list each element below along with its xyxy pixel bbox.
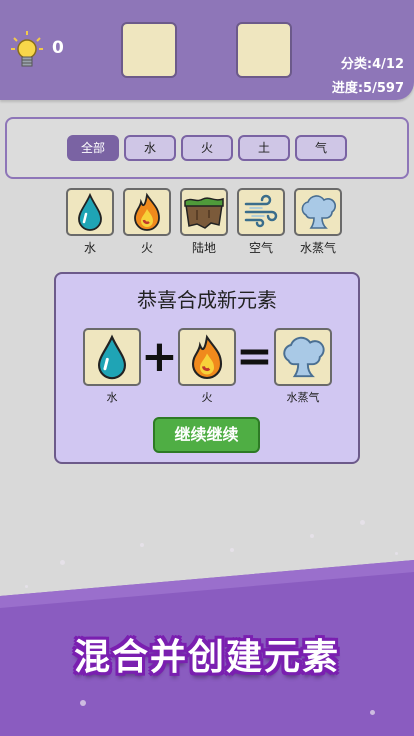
promo-banner: 混合并创建元素 (73, 637, 340, 678)
dialog-input-water (83, 328, 141, 386)
progress-stat: 进度:5/597 (331, 81, 404, 96)
dialog-title: 恭喜合成新元素 (137, 288, 277, 312)
hint-count: 0 (52, 38, 64, 58)
dialog-input2-label: 火 (201, 391, 213, 404)
element-tile-fire[interactable] (123, 188, 171, 236)
element-tile-land[interactable] (180, 188, 228, 236)
dialog-input1-label: 水 (106, 391, 118, 404)
element-label-water: 水 (83, 241, 96, 255)
wind-icon (244, 194, 278, 228)
dialog-result-steam (274, 328, 332, 386)
sparkle-dot (140, 543, 144, 547)
dialog-input-fire (178, 328, 236, 386)
sparkle-dot (230, 548, 234, 552)
element-tile-water[interactable] (66, 188, 114, 236)
element-tile-steam[interactable] (294, 188, 342, 236)
sparkle-dot (80, 700, 86, 706)
filter-fire-button[interactable]: 火 (181, 135, 233, 161)
sparkle-dot (310, 534, 314, 538)
filter-all-button[interactable]: 全部 (67, 135, 119, 161)
water-drop-icon (97, 334, 127, 380)
filter-air-button[interactable]: 气 (295, 135, 347, 161)
fire-icon (134, 192, 160, 231)
sparkle-dot (395, 552, 398, 555)
water-drop-icon (78, 192, 102, 231)
sparkle-dot (60, 560, 65, 565)
fire-icon (191, 334, 223, 379)
combine-slot-1[interactable] (121, 22, 177, 78)
sparkle-dot (25, 585, 28, 588)
land-icon (184, 197, 224, 229)
combine-slot-2[interactable] (236, 22, 292, 78)
continue-button[interactable]: 继续继续 (153, 417, 260, 453)
element-label-air: 空气 (248, 241, 273, 255)
element-tile-air[interactable] (237, 188, 285, 236)
steam-cloud-icon (283, 336, 325, 378)
element-label-land: 陆地 (191, 241, 216, 255)
filter-water-button[interactable]: 水 (124, 135, 176, 161)
dialog-result-label: 水蒸气 (286, 391, 320, 404)
category-stat: 分类:4/12 (340, 57, 404, 72)
equals-sign: = (236, 331, 273, 382)
element-label-steam: 水蒸气 (299, 241, 336, 255)
filter-earth-button[interactable]: 土 (238, 135, 290, 161)
plus-sign: + (141, 331, 178, 382)
steam-cloud-icon (301, 195, 336, 229)
lightbulb-hint-icon[interactable] (10, 30, 44, 70)
element-label-fire: 火 (140, 241, 153, 255)
sparkle-dot (360, 520, 365, 525)
sparkle-dot (370, 710, 375, 715)
